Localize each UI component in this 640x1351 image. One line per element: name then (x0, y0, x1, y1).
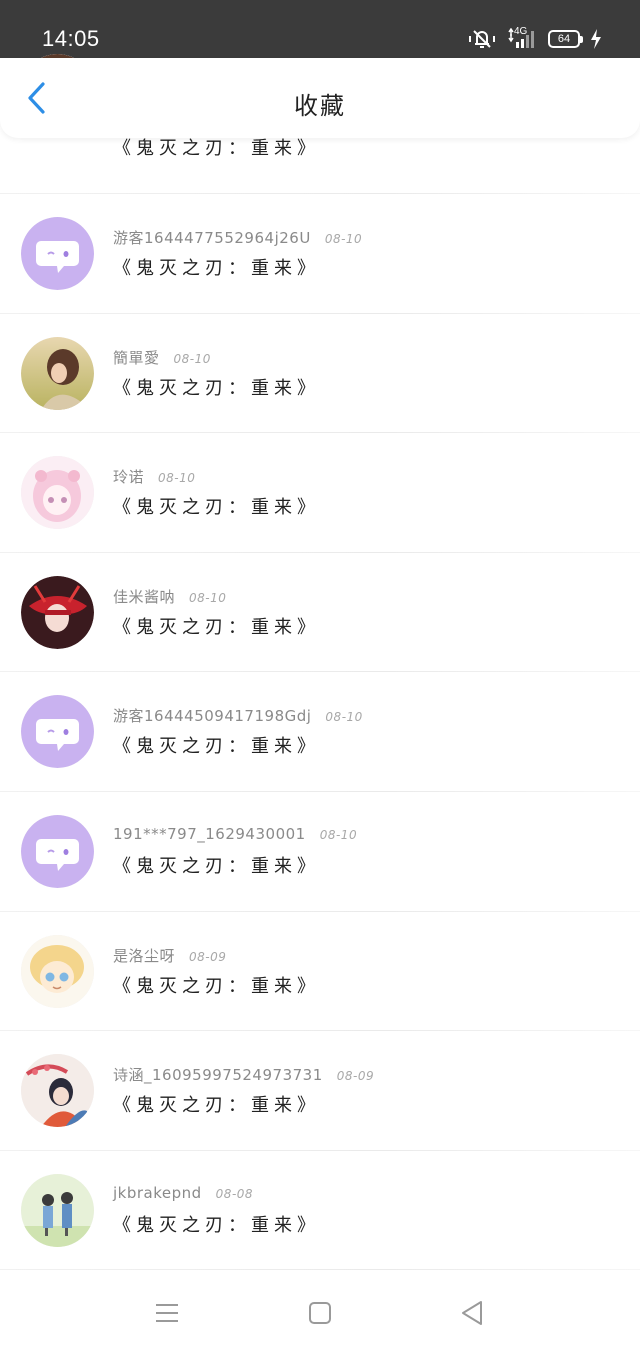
avatar[interactable] (21, 934, 94, 1008)
post-date: 08-09 (189, 949, 227, 964)
username-row: 191***797_1629430001 08-10 (113, 825, 357, 843)
username-row: 游客16444509417198Gdj 08-10 (113, 705, 363, 726)
post-date: 08-10 (158, 471, 196, 486)
list-item[interactable]: 佳米酱呐 08-10 《鬼灭之刃：重来》 (0, 553, 640, 673)
post-date: 08-10 (325, 710, 363, 725)
system-back-button[interactable] (457, 1298, 487, 1328)
battery-icon: 64 (548, 30, 583, 48)
status-bar: 14:05 4G 64 (0, 0, 640, 58)
menu-icon (156, 1304, 178, 1322)
favorite-title[interactable]: 《鬼灭之刃：重来》 (113, 374, 320, 400)
list-item[interactable]: 簡單愛 08-10 《鬼灭之刃：重来》 (0, 314, 640, 434)
avatar[interactable] (21, 1054, 94, 1128)
username[interactable]: 是洛尘呀 (113, 945, 175, 966)
username[interactable]: 玲诺 (113, 466, 144, 487)
avatar[interactable] (21, 575, 94, 649)
username-row: 是洛尘呀 08-09 (113, 945, 226, 966)
username-row: 玲诺 08-10 (113, 466, 195, 487)
username[interactable]: 佳米酱呐 (113, 586, 175, 607)
list-item[interactable]: 191***797_1629430001 08-10 《鬼灭之刃：重来》 (0, 792, 640, 912)
favorite-title[interactable]: 《鬼灭之刃：重来》 (113, 613, 320, 639)
list-item[interactable]: jkbrakepnd 08-08 《鬼灭之刃：重来》 (0, 1151, 640, 1271)
favorite-title[interactable]: 《鬼灭之刃：重来》 (113, 493, 320, 519)
favorite-title[interactable]: 《鬼灭之刃：重来》 (113, 732, 320, 758)
favorite-title[interactable]: 《鬼灭之刃：重来》 (113, 1211, 320, 1237)
username-row: 佳米酱呐 08-10 (113, 586, 226, 607)
username-row: 簡單愛 08-10 (113, 347, 211, 368)
post-date: 08-08 (215, 1186, 254, 1201)
list-item[interactable]: 游客16444509417198Gdj 08-10 《鬼灭之刃：重来》 (0, 672, 640, 792)
avatar[interactable] (21, 1173, 94, 1247)
header: 收藏 (0, 58, 640, 138)
page-title: 收藏 (294, 92, 346, 120)
avatar[interactable] (21, 456, 94, 530)
username-row: 诗涵_16095997524973731 08-09 (113, 1064, 374, 1085)
charging-icon (590, 29, 602, 49)
signal-4g-icon: 4G (506, 26, 538, 50)
favorites-list: 《鬼灭之刃：重来》 游客1644477552964j26U 08-10 《鬼灭之刃：重… (0, 54, 640, 1271)
avatar[interactable] (21, 217, 94, 290)
list-item[interactable]: 是洛尘呀 08-09 《鬼灭之刃：重来》 (0, 912, 640, 1032)
home-button[interactable] (305, 1298, 335, 1328)
username[interactable]: jkbrakepnd (113, 1184, 202, 1202)
avatar[interactable] (21, 695, 94, 769)
username[interactable]: 簡單愛 (113, 347, 160, 368)
avatar[interactable] (21, 814, 94, 888)
username-row: jkbrakepnd 08-08 (113, 1184, 253, 1202)
username[interactable]: 诗涵_16095997524973731 (113, 1064, 323, 1085)
post-date: 08-10 (324, 232, 363, 246)
post-date: 08-10 (189, 590, 227, 605)
favorite-title[interactable]: 《鬼灭之刃：重来》 (113, 972, 320, 998)
list-item[interactable]: 玲诺 08-10 《鬼灭之刃：重来》 (0, 433, 640, 553)
username[interactable]: 游客1644477552964j26U (113, 227, 311, 248)
post-date: 08-10 (173, 351, 211, 366)
username-row: 游客1644477552964j26U 08-10 (113, 227, 362, 248)
menu-button[interactable] (152, 1298, 182, 1328)
network-label: 4G (514, 26, 528, 37)
square-home-icon (309, 1302, 331, 1324)
list-item[interactable]: 诗涵_16095997524973731 08-09 《鬼灭之刃：重来》 (0, 1031, 640, 1151)
mute-vibrate-icon (468, 28, 496, 50)
status-time: 14:05 (42, 26, 100, 51)
favorite-title[interactable]: 《鬼灭之刃：重来》 (113, 852, 320, 878)
triangle-back-icon (462, 1301, 482, 1325)
username[interactable]: 191***797_1629430001 (113, 825, 306, 843)
username[interactable]: 游客16444509417198Gdj (113, 705, 311, 726)
favorite-title[interactable]: 《鬼灭之刃：重来》 (113, 254, 320, 280)
favorite-title[interactable]: 《鬼灭之刃：重来》 (113, 1091, 320, 1117)
post-date: 08-10 (319, 827, 358, 842)
system-nav-bar (0, 1270, 640, 1351)
list-item[interactable]: 游客1644477552964j26U 08-10 《鬼灭之刃：重来》 (0, 194, 640, 314)
avatar[interactable] (21, 336, 94, 410)
post-date: 08-09 (336, 1069, 375, 1084)
status-icons: 4G 64 (468, 26, 602, 52)
